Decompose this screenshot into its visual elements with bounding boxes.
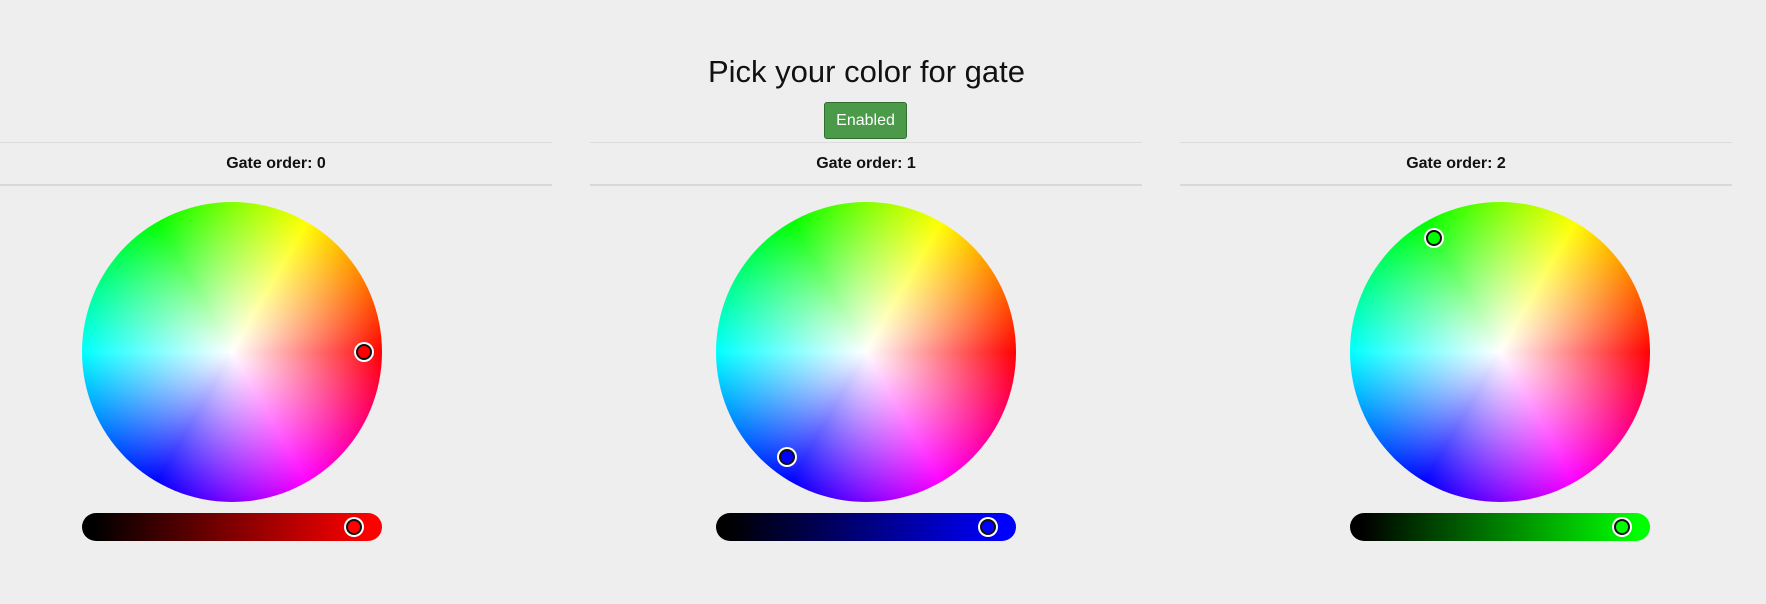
gate-columns: Gate order: 0 Gate order: 1 Gate order: … <box>0 142 1766 604</box>
saturation-overlay <box>716 202 1016 502</box>
enabled-toggle-button[interactable]: Enabled <box>824 102 907 139</box>
brightness-slider-handle[interactable] <box>1614 519 1631 535</box>
color-wheel[interactable] <box>1350 202 1650 502</box>
brightness-slider[interactable] <box>716 513 1016 541</box>
gate-order-header: Gate order: 2 <box>1180 142 1732 186</box>
saturation-overlay <box>82 202 382 502</box>
color-wheel-handle[interactable] <box>356 344 372 360</box>
color-wheel[interactable] <box>716 202 1016 502</box>
saturation-overlay <box>1350 202 1650 502</box>
brightness-slider[interactable] <box>1350 513 1650 541</box>
brightness-slider-handle[interactable] <box>980 519 997 535</box>
brightness-slider[interactable] <box>82 513 382 541</box>
gate-column-1: Gate order: 1 <box>590 142 1142 602</box>
gate-column-2: Gate order: 2 <box>1180 142 1732 602</box>
gate-order-header: Gate order: 1 <box>590 142 1142 186</box>
gate-order-header: Gate order: 0 <box>0 142 552 186</box>
brightness-slider-handle[interactable] <box>346 519 363 535</box>
page-title: Pick your color for gate <box>707 54 1026 89</box>
color-picker-page: Pick your color for gate Enabled Gate or… <box>0 0 1766 604</box>
gate-column-0: Gate order: 0 <box>0 142 552 602</box>
color-wheel-handle[interactable] <box>778 449 795 466</box>
color-wheel[interactable] <box>82 202 382 502</box>
color-wheel-handle[interactable] <box>1426 229 1442 246</box>
